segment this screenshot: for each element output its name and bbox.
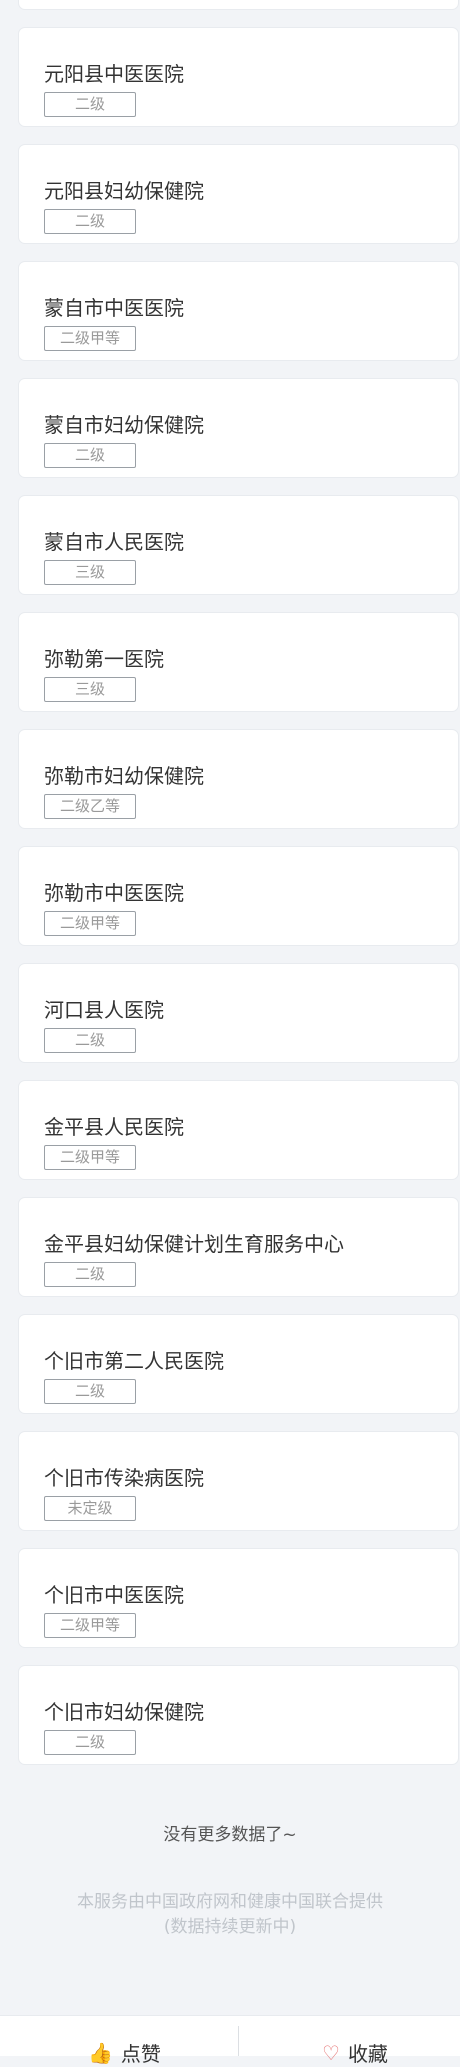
hospital-name: 个旧市第二人民医院 [44, 1349, 224, 1373]
hospital-name: 元阳县妇幼保健院 [44, 179, 204, 203]
hospital-card[interactable]: 金平县人民医院 二级甲等 [18, 1080, 459, 1180]
hospital-level-badge: 二级 [44, 443, 136, 468]
like-label: 点赞 [120, 2042, 161, 2066]
like-button[interactable]: 👍 点赞 [88, 2038, 161, 2067]
hospital-card[interactable]: 金平县妇幼保健计划生育服务中心 二级 [18, 1197, 459, 1297]
favorite-label: 收藏 [347, 2042, 388, 2066]
no-more-data-text: 没有更多数据了~ [163, 1825, 297, 1845]
hospital-name: 弥勒市妇幼保健院 [44, 764, 204, 788]
provider-line: 本服务由中国政府网和健康中国联合提供 [77, 1892, 383, 1912]
hospital-card[interactable]: 二级 [18, 0, 459, 10]
hospital-level-badge: 三级 [44, 677, 136, 702]
hospital-name: 个旧市中医医院 [44, 1583, 184, 1607]
hospital-card[interactable]: 弥勒市妇幼保健院 二级乙等 [18, 729, 459, 829]
hospital-level-badge: 二级 [44, 1730, 136, 1755]
hospital-card[interactable]: 个旧市妇幼保健院 二级 [18, 1665, 459, 1765]
hospital-name: 元阳县中医医院 [44, 62, 184, 86]
hospital-card[interactable]: 个旧市中医医院 二级甲等 [18, 1548, 459, 1648]
hospital-name: 金平县妇幼保健计划生育服务中心 [44, 1232, 344, 1256]
hospital-card[interactable]: 河口县人医院 二级 [18, 963, 459, 1063]
thumbs-up-icon: 👍 [88, 2040, 113, 2065]
hospital-card[interactable]: 蒙自市中医医院 二级甲等 [18, 261, 459, 361]
heart-icon: ♡ [322, 2040, 340, 2065]
hospital-level-badge: 二级 [44, 92, 136, 117]
hospital-level-badge: 二级甲等 [44, 1613, 136, 1638]
hospital-card[interactable]: 个旧市第二人民医院 二级 [18, 1314, 459, 1414]
hospital-name: 蒙自市妇幼保健院 [44, 413, 204, 437]
hospital-card[interactable]: 弥勒市中医医院 二级甲等 [18, 846, 459, 946]
hospital-level-badge: 二级 [44, 1262, 136, 1287]
hospital-level-badge: 二级乙等 [44, 794, 136, 819]
hospital-name: 个旧市妇幼保健院 [44, 1700, 204, 1724]
provider-line: (数据持续更新中) [163, 1917, 297, 1937]
hospital-name: 蒙自市人民医院 [44, 530, 184, 554]
hospital-level-badge: 二级 [44, 209, 136, 234]
hospital-list: 二级 元阳县中医医院 二级 元阳县妇幼保健院 二级 蒙自市中医医院 二级甲等 蒙… [18, 0, 459, 1782]
hospital-name: 弥勒第一医院 [44, 647, 164, 671]
hospital-card[interactable]: 蒙自市人民医院 三级 [18, 495, 459, 595]
hospital-level-badge: 二级 [44, 1379, 136, 1404]
hospital-level-badge: 二级甲等 [44, 911, 136, 936]
hospital-card[interactable]: 弥勒第一医院 三级 [18, 612, 459, 712]
hospital-card[interactable]: 蒙自市妇幼保健院 二级 [18, 378, 459, 478]
hospital-name: 河口县人医院 [44, 998, 164, 1022]
hospital-level-badge: 三级 [44, 560, 136, 585]
bottom-action-bar: 👍 点赞 ♡ 收藏 [0, 2015, 460, 2066]
hospital-level-badge: 二级甲等 [44, 326, 136, 351]
hospital-name: 蒙自市中医医院 [44, 296, 184, 320]
hospital-level-badge: 未定级 [44, 1496, 136, 1521]
hospital-level-badge: 二级 [44, 1028, 136, 1053]
hospital-card[interactable]: 个旧市传染病医院 未定级 [18, 1431, 459, 1531]
favorite-button[interactable]: ♡ 收藏 [322, 2038, 388, 2067]
hospital-name: 金平县人民医院 [44, 1115, 184, 1139]
hospital-card[interactable]: 元阳县妇幼保健院 二级 [18, 144, 459, 244]
hospital-name: 弥勒市中医医院 [44, 881, 184, 905]
hospital-level-badge: 二级甲等 [44, 1145, 136, 1170]
hospital-name: 个旧市传染病医院 [44, 1466, 204, 1490]
bar-divider [238, 2026, 239, 2056]
hospital-card[interactable]: 元阳县中医医院 二级 [18, 27, 459, 127]
provider-note: 本服务由中国政府网和健康中国联合提供 (数据持续更新中) [0, 1890, 460, 1940]
